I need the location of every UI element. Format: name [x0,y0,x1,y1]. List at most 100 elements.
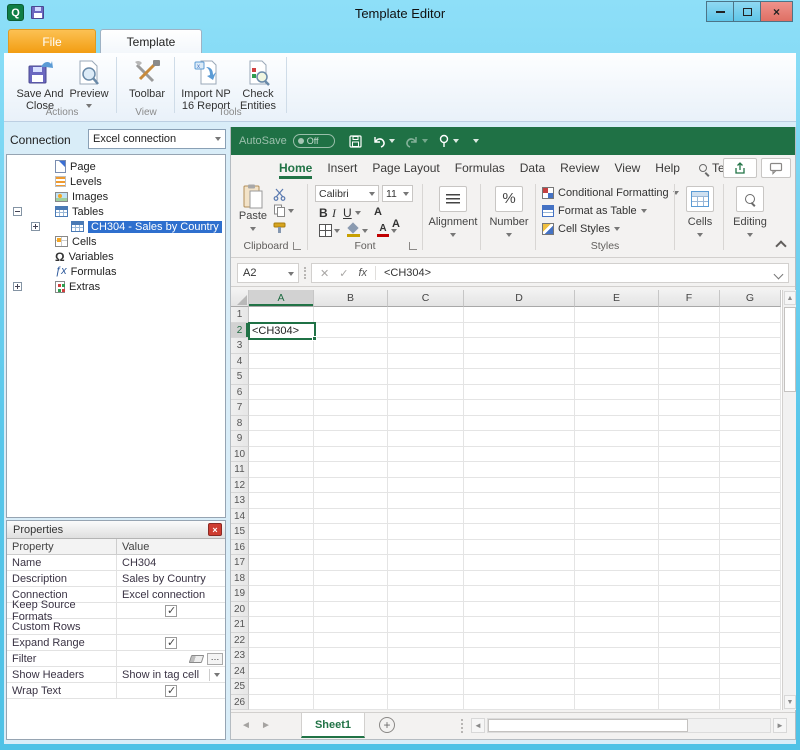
property-value[interactable] [117,651,225,666]
cell-G20[interactable] [720,602,781,618]
cell-A26[interactable] [249,695,314,711]
next-sheet-icon[interactable]: ► [261,720,271,731]
cell-D21[interactable] [464,617,575,633]
row-header-5[interactable]: 5 [231,369,249,385]
cell-E25[interactable] [575,679,659,695]
clear-filter-icon[interactable] [189,655,205,663]
row-header-15[interactable]: 15 [231,524,249,540]
minimize-button[interactable] [706,1,734,22]
cell-B25[interactable] [314,679,388,695]
row-header-1[interactable]: 1 [231,307,249,323]
expand-expander-icon[interactable] [13,282,22,291]
cell-C5[interactable] [388,369,464,385]
cell-F22[interactable] [659,633,720,649]
tree-item-page[interactable]: Page [7,159,225,174]
cell-F25[interactable] [659,679,720,695]
bold-button[interactable]: B [319,206,328,220]
cancel-icon[interactable]: ✕ [320,267,329,280]
cell-D9[interactable] [464,431,575,447]
cell-A8[interactable] [249,416,314,432]
cell-C24[interactable] [388,664,464,680]
property-value[interactable]: Sales by Country [117,571,225,586]
cell-G4[interactable] [720,354,781,370]
horizontal-scroll-thumb[interactable] [488,719,688,732]
select-all-corner[interactable] [231,290,249,307]
row-header-24[interactable]: 24 [231,664,249,680]
cell-C14[interactable] [388,509,464,525]
cell-C7[interactable] [388,400,464,416]
cell-D15[interactable] [464,524,575,540]
cell-E8[interactable] [575,416,659,432]
cell-G2[interactable] [720,323,781,339]
cell-E20[interactable] [575,602,659,618]
cell-B5[interactable] [314,369,388,385]
tab-view[interactable]: View [614,155,640,180]
cell-B21[interactable] [314,617,388,633]
collapse-expander-icon[interactable] [13,207,22,216]
cell-E6[interactable] [575,385,659,401]
cell-E16[interactable] [575,540,659,556]
tree-item-variables[interactable]: Variables [7,249,225,264]
undo-button[interactable] [372,135,395,148]
cell-E12[interactable] [575,478,659,494]
scroll-up-icon[interactable]: ▲ [784,291,796,305]
cell-B2[interactable] [314,323,388,339]
cell-D10[interactable] [464,447,575,463]
tab-review[interactable]: Review [560,155,599,180]
tree-item-extras[interactable]: Extras [7,279,225,294]
cell-B13[interactable] [314,493,388,509]
cell-B6[interactable] [314,385,388,401]
cell-B12[interactable] [314,478,388,494]
connection-select[interactable]: Excel connection [88,129,226,149]
quick-access-customize-icon[interactable] [473,139,479,143]
cell-C22[interactable] [388,633,464,649]
row-header-25[interactable]: 25 [231,679,249,695]
cell-B14[interactable] [314,509,388,525]
checkbox-checked[interactable] [165,637,177,649]
font-name-select[interactable]: Calibri [315,185,379,202]
cell-E11[interactable] [575,462,659,478]
selected-cell-a2[interactable]: <CH304> [248,322,316,340]
sheetbar-splitter[interactable] [461,719,463,733]
copy-button[interactable] [273,204,294,217]
comments-button[interactable] [761,158,791,178]
cell-A12[interactable] [249,478,314,494]
underline-button[interactable]: U [343,206,352,220]
row-header-14[interactable]: 14 [231,509,249,525]
cell-F9[interactable] [659,431,720,447]
cell-F2[interactable] [659,323,720,339]
cell-D1[interactable] [464,307,575,323]
cell-A24[interactable] [249,664,314,680]
cell-E5[interactable] [575,369,659,385]
cell-F12[interactable] [659,478,720,494]
row-header-11[interactable]: 11 [231,462,249,478]
cell-E21[interactable] [575,617,659,633]
paste-button[interactable]: Paste [237,184,269,234]
cell-F6[interactable] [659,385,720,401]
row-header-6[interactable]: 6 [231,385,249,401]
cell-F4[interactable] [659,354,720,370]
tree-item-tables[interactable]: Tables [7,204,225,219]
formula-field[interactable]: ✕ ✓ fx <CH304> [311,263,789,283]
cell-C11[interactable] [388,462,464,478]
cell-B26[interactable] [314,695,388,711]
cell-F7[interactable] [659,400,720,416]
cell-B18[interactable] [314,571,388,587]
previous-sheet-icon[interactable]: ◄ [241,720,251,731]
cut-button[interactable] [273,188,286,201]
redo-button[interactable] [405,135,428,148]
scroll-down-icon[interactable]: ▼ [784,695,796,709]
cell-D16[interactable] [464,540,575,556]
cell-A18[interactable] [249,571,314,587]
cell-B3[interactable] [314,338,388,354]
checkbox-checked[interactable] [165,605,177,617]
cell-D4[interactable] [464,354,575,370]
cell-D5[interactable] [464,369,575,385]
cell-D26[interactable] [464,695,575,711]
tree-item-formulas[interactable]: Formulas [7,264,225,279]
cell-A1[interactable] [249,307,314,323]
cell-B8[interactable] [314,416,388,432]
cell-D24[interactable] [464,664,575,680]
number-button[interactable]: % Number [484,186,534,240]
cell-B23[interactable] [314,648,388,664]
